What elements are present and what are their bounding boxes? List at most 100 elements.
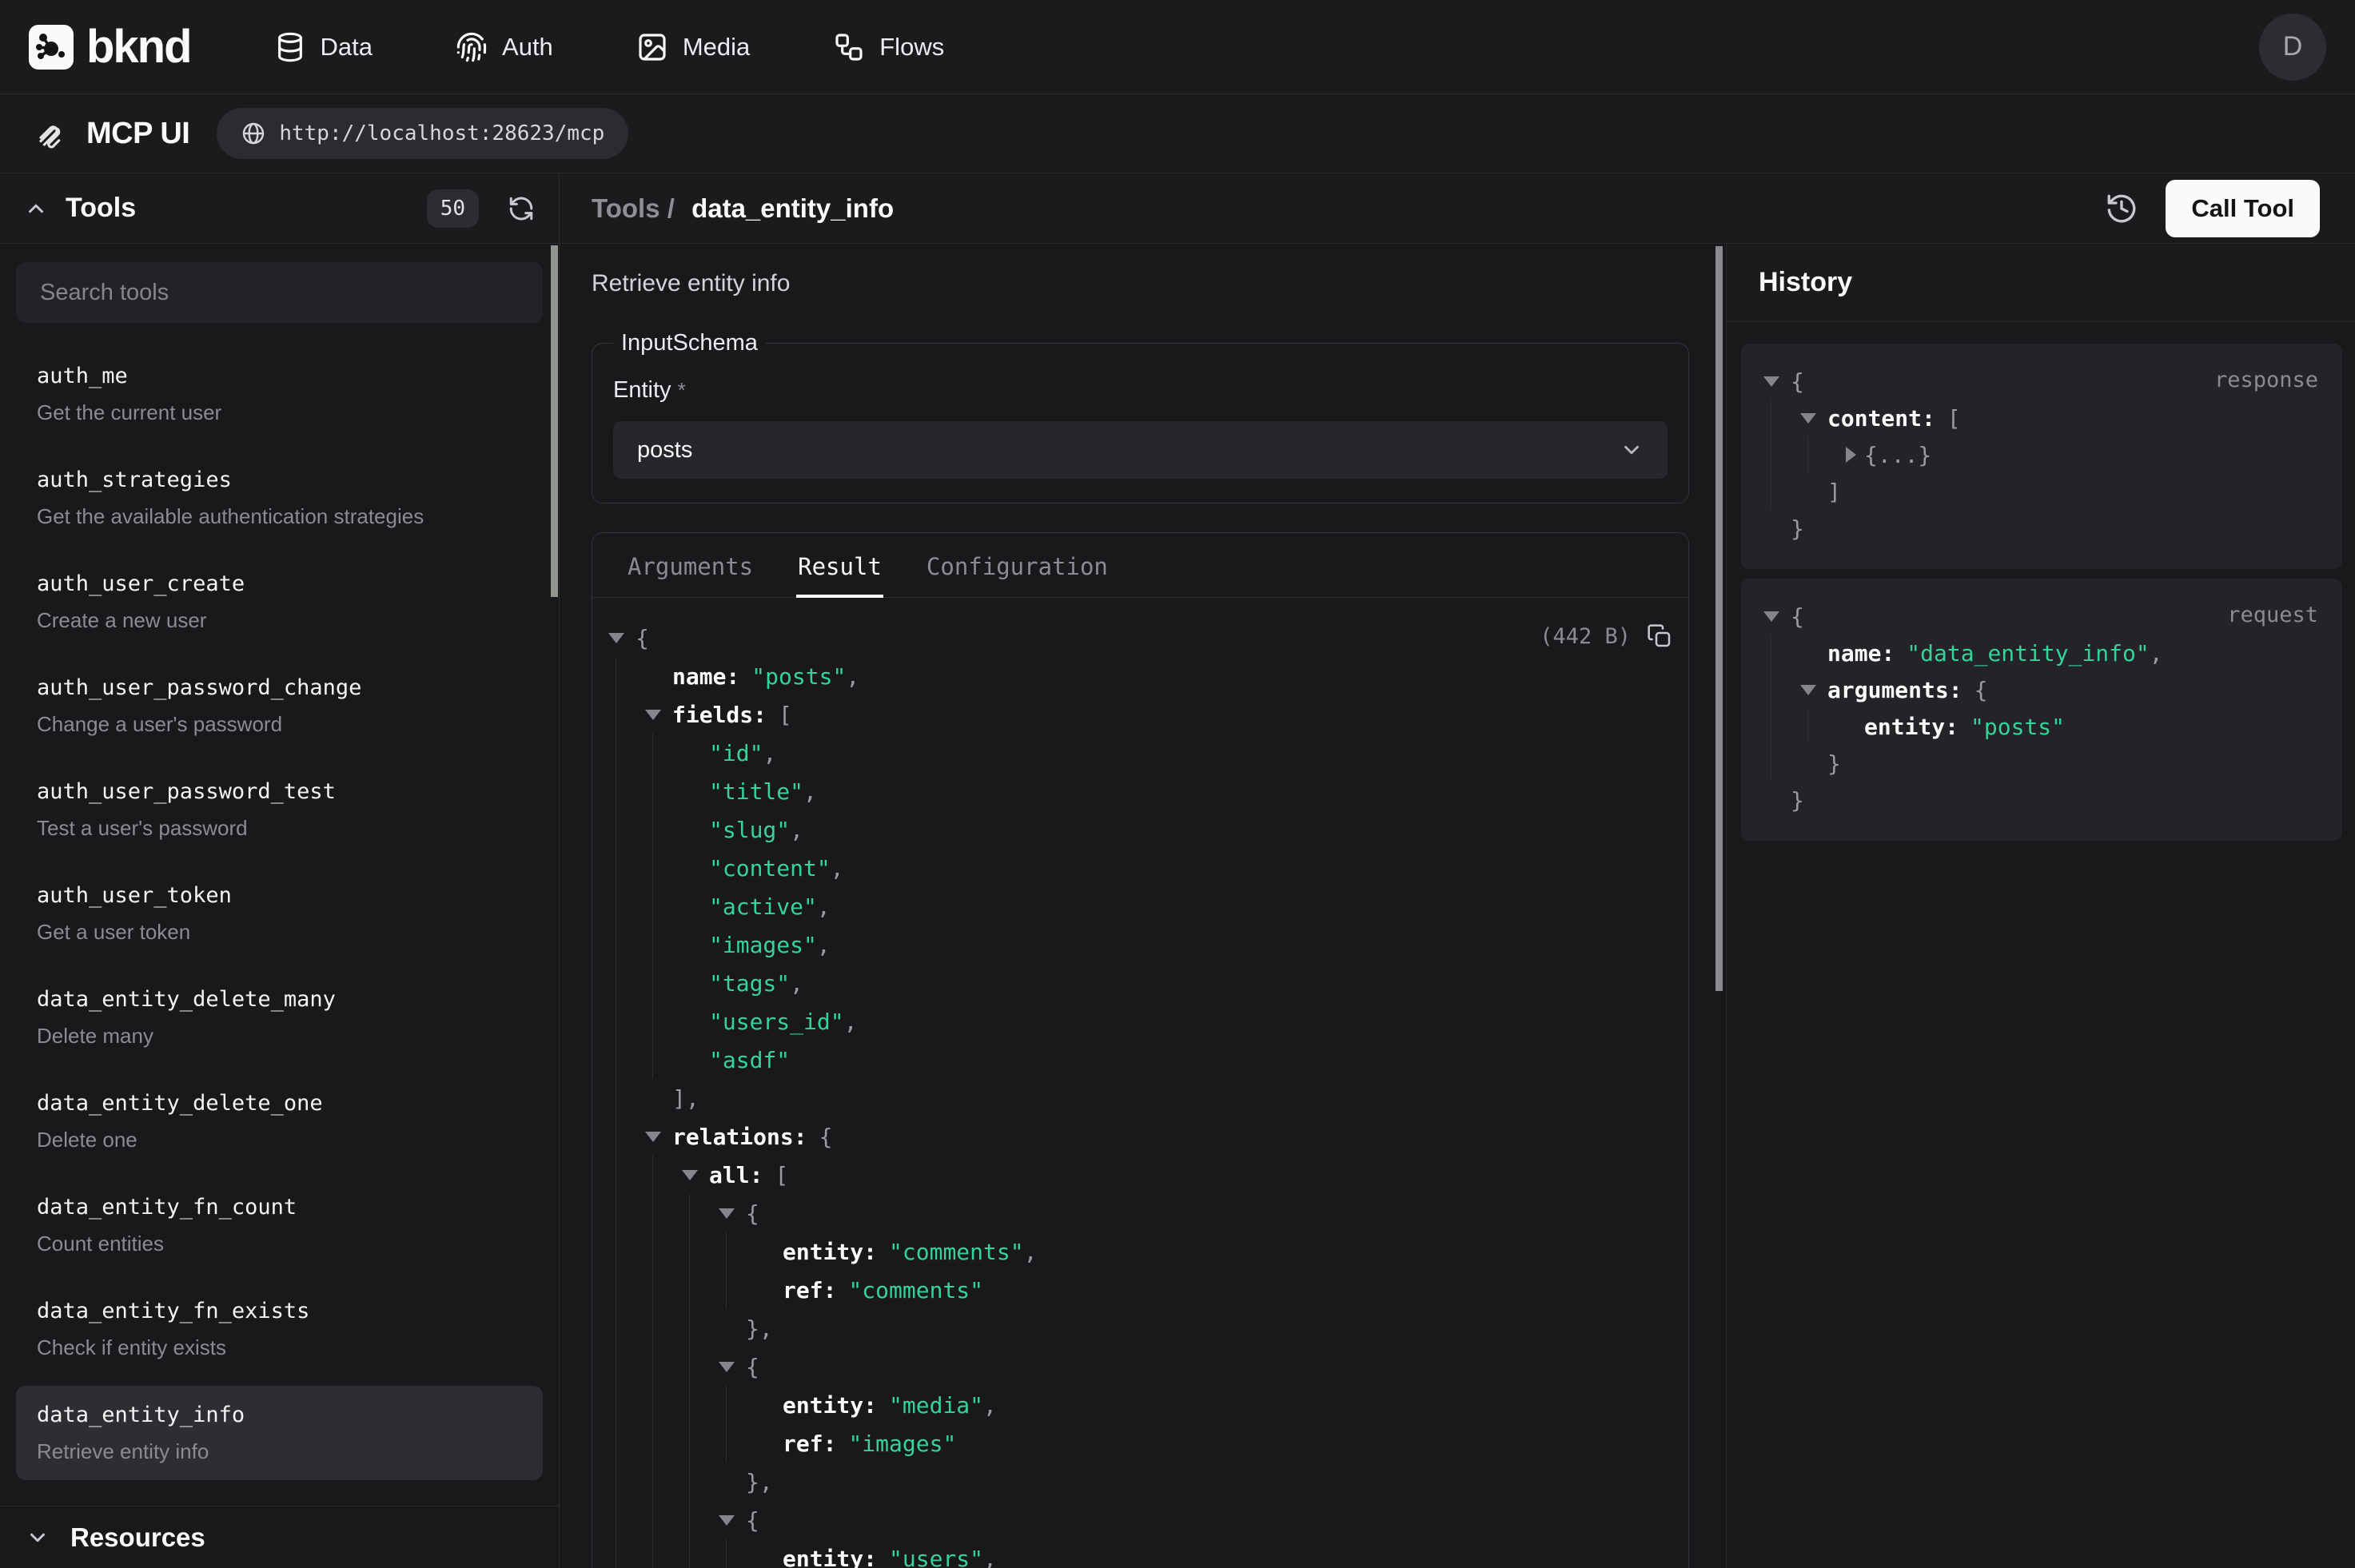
caret-down-icon[interactable]	[682, 1170, 709, 1180]
json-string: "data_entity_info"	[1907, 640, 2149, 667]
tool-name: data_entity_fn_exists	[37, 1298, 522, 1325]
json-string: "users"	[889, 1546, 983, 1568]
caret-right-icon[interactable]	[1837, 447, 1864, 463]
tool-desc: Retrieve entity info	[37, 1439, 522, 1464]
json-row: },	[608, 1309, 1688, 1347]
json-string: "media"	[889, 1392, 983, 1419]
refresh-icon[interactable]	[508, 195, 535, 222]
json-row: ref: "images"	[608, 1424, 1688, 1463]
tab-configuration[interactable]: Configuration	[904, 533, 1130, 597]
caret-down-icon[interactable]	[645, 1132, 672, 1142]
json-row: content:[	[1763, 400, 2320, 436]
tool-list-item-data_entity_delete_one[interactable]: data_entity_delete_oneDelete one	[16, 1074, 543, 1168]
history-entry-response[interactable]: response{content:[{...}]}	[1741, 344, 2342, 569]
json-key: entity:	[1864, 714, 1959, 740]
json-punct: {	[1791, 603, 1804, 630]
tab-result[interactable]: Result	[775, 533, 904, 597]
caret-down-icon[interactable]	[608, 633, 636, 643]
sidebar-scrollbar[interactable]	[551, 245, 558, 597]
nav-item-media[interactable]: Media	[636, 31, 750, 63]
tool-name: auth_user_create	[37, 571, 522, 598]
json-key: ref:	[783, 1431, 836, 1457]
json-string: "comments"	[848, 1277, 983, 1303]
json-row: ],	[608, 1079, 1688, 1117]
tool-list-item-data_entity_info[interactable]: data_entity_infoRetrieve entity info	[16, 1386, 543, 1480]
caret-down-icon[interactable]	[1800, 413, 1827, 424]
tab-arguments[interactable]: Arguments	[605, 533, 775, 597]
tool-desc: Test a user's password	[37, 815, 522, 841]
history-panel: History response{content:[{...}]}request…	[1727, 244, 2355, 1568]
json-row: {	[608, 619, 1688, 657]
json-row: arguments:{	[1763, 671, 2320, 708]
json-key: name:	[672, 663, 739, 690]
breadcrumb: Tools / data_entity_info	[592, 193, 894, 224]
entity-select[interactable]: posts	[613, 421, 1668, 479]
indent-guide	[726, 1386, 727, 1463]
tool-list-item-auth_user_password_test[interactable]: auth_user_password_test Test a user's pas…	[16, 762, 543, 857]
nav-item-label: Flows	[879, 33, 944, 62]
input-schema-fieldset: InputSchema Entity * posts	[592, 330, 1689, 503]
caret-down-icon[interactable]	[719, 1208, 746, 1219]
tool-desc: Delete many	[37, 1023, 522, 1049]
tool-desc: Get the available authentication strateg…	[37, 503, 522, 529]
history-entry-request[interactable]: request{name:"data_entity_info",argument…	[1741, 579, 2342, 841]
breadcrumb-section[interactable]: Tools	[592, 193, 660, 223]
image-icon	[636, 31, 668, 63]
json-key: all:	[709, 1162, 763, 1188]
call-tool-button[interactable]: Call Tool	[2166, 180, 2320, 237]
json-row: name:"posts",	[608, 657, 1688, 695]
json-row: {	[1763, 363, 2320, 400]
brand-logo[interactable]: bknd	[29, 20, 191, 74]
nav-item-auth[interactable]: Auth	[456, 31, 553, 63]
caret-down-icon[interactable]	[1763, 376, 1791, 387]
json-punct: ,	[2150, 640, 2163, 667]
caret-down-icon[interactable]	[719, 1515, 746, 1526]
nav-item-data[interactable]: Data	[274, 31, 373, 63]
main-scrollbar[interactable]	[1715, 246, 1723, 991]
json-punct: {	[819, 1124, 833, 1150]
tool-list-item-data_entity_fn_count[interactable]: data_entity_fn_count Count entities	[16, 1178, 543, 1272]
resources-section-header[interactable]: Resources	[0, 1506, 559, 1568]
json-punct: {	[746, 1354, 759, 1380]
user-avatar[interactable]: D	[2259, 14, 2326, 81]
tool-list-item-data_entity_fn_exists[interactable]: data_entity_fn_existsCheck if entity exi…	[16, 1282, 543, 1376]
history-list: response{content:[{...}]}request{name:"d…	[1727, 322, 2355, 1568]
json-row: "asdf"	[608, 1041, 1688, 1079]
tool-name: data_entity_fn_count	[37, 1194, 522, 1221]
tool-list-item-auth_user_create[interactable]: auth_user_createCreate a new user	[16, 555, 543, 649]
nav-item-flows[interactable]: Flows	[833, 31, 944, 63]
json-row: entity: "posts"	[1763, 708, 2320, 745]
caret-down-icon[interactable]	[1800, 685, 1827, 695]
search-input[interactable]	[38, 279, 520, 307]
history-icon[interactable]	[2105, 192, 2138, 225]
json-punct: {...}	[1864, 442, 1931, 468]
json-punct: {	[746, 1507, 759, 1534]
caret-down-icon[interactable]	[1763, 611, 1791, 622]
json-row: "title",	[608, 772, 1688, 810]
json-row: "tags",	[608, 964, 1688, 1002]
json-key: entity:	[783, 1546, 877, 1568]
tool-list-item-auth_user_token[interactable]: auth_user_tokenGet a user token	[16, 866, 543, 961]
caret-down-icon[interactable]	[645, 710, 672, 720]
tools-count-badge: 50	[427, 189, 479, 228]
json-string: "posts"	[1970, 714, 2065, 740]
server-url-pill[interactable]: http://localhost:28623/mcp	[217, 108, 628, 159]
tool-desc: Count entities	[37, 1231, 522, 1256]
tools-list: auth_meGet the current user auth_strategi…	[0, 244, 559, 1506]
json-row: ]	[1763, 473, 2320, 510]
indent-guide	[652, 1156, 653, 1568]
json-row: "slug",	[608, 810, 1688, 849]
json-string: "images"	[848, 1431, 956, 1457]
tool-list-item-auth_strategies[interactable]: auth_strategiesGet the available authent…	[16, 451, 543, 545]
json-punct: [	[775, 1162, 788, 1188]
tool-list-item-auth_me[interactable]: auth_meGet the current user	[16, 347, 543, 441]
json-punct: ],	[672, 1085, 699, 1112]
json-key: content:	[1827, 405, 1935, 432]
caret-down-icon[interactable]	[719, 1362, 746, 1372]
tool-list-item-auth_user_password_change[interactable]: auth_user_password_changeChange a user's…	[16, 659, 543, 753]
tools-header: Tools 50	[0, 173, 559, 244]
chevron-up-icon[interactable]	[24, 197, 48, 221]
tool-name: auth_user_password_test	[37, 778, 522, 806]
json-string: "asdf"	[709, 1047, 790, 1073]
tool-list-item-data_entity_delete_many[interactable]: data_entity_delete_manyDelete many	[16, 970, 543, 1065]
